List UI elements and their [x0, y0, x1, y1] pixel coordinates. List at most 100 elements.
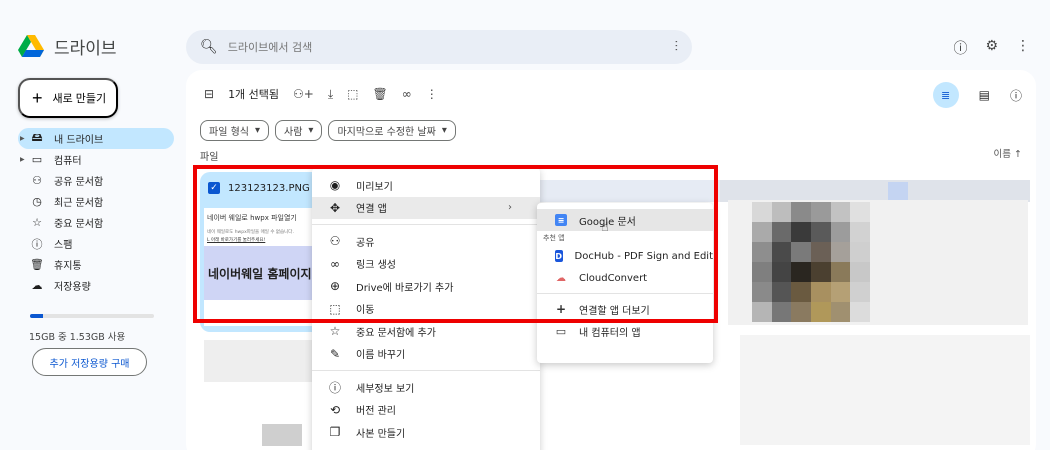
storage-bar-fill	[30, 314, 43, 318]
plus-icon: +	[555, 302, 567, 316]
menu-divider	[312, 224, 540, 225]
menu-divider	[312, 370, 540, 371]
spam-icon: ⓘ	[31, 237, 43, 251]
add-shortcut-icon: ⊕	[329, 279, 341, 294]
open-with-icon: ✥	[329, 200, 341, 215]
menu-item-versions[interactable]: ⟲ 버전 관리	[312, 399, 540, 422]
storage-bar	[30, 314, 154, 318]
menu-item-move[interactable]: ⬚ 이동	[312, 298, 540, 321]
new-button[interactable]: + 새로 만들기	[18, 78, 118, 118]
info-icon: ⓘ	[328, 380, 341, 395]
sidebar-item-recent[interactable]: ◷ 최근 문서함	[18, 191, 174, 212]
drive-logo[interactable]: 드라이브	[18, 34, 117, 59]
open-with-submenu: ≡ Google 문서 추천 앱 D DocHub - PDF Sign and…	[537, 203, 713, 363]
drive-logo-icon	[18, 35, 44, 57]
sidebar-item-computers[interactable]: ▶ ▭ 컴퓨터	[18, 149, 174, 170]
link-icon[interactable]: ∞	[402, 87, 412, 101]
more-icon[interactable]: ⋮	[1016, 38, 1030, 58]
dropdown-arrow-icon: ▾	[254, 125, 261, 136]
filter-chip-type[interactable]: 파일 형식 ▾	[200, 120, 270, 141]
sort-control[interactable]: 이름 ↑	[994, 146, 1022, 160]
file-name: 123123123.PNG	[228, 182, 310, 194]
cloudconvert-icon: ☁︎	[555, 272, 567, 284]
selection-toolbar: ⊟ 1개 선택됨 ⚇+ ⤓ ⬚ 🗑︎ ∞ ⋮	[204, 86, 438, 102]
cloud-icon: ☁︎	[31, 279, 43, 292]
menu-item-rename[interactable]: ✎ 이름 바꾸기	[312, 343, 540, 366]
menu-item-preview[interactable]: ◉ 미리보기	[312, 174, 540, 197]
file-thumbnail: 네이버 웨일로 hwpx 파일열기 네이 웨일로도 hwpx파일을 애일 수 없…	[204, 208, 326, 326]
chevron-right-icon: ›	[508, 202, 512, 214]
arrow-up-icon: ↑	[1014, 149, 1022, 160]
tune-icon[interactable]: ⫶	[675, 39, 679, 55]
rename-icon: ✎	[329, 346, 341, 361]
move-icon[interactable]: ⬚	[347, 87, 358, 101]
submenu-item-computer-apps[interactable]: ▭ 내 컴퓨터의 앱	[537, 320, 713, 342]
filter-icon[interactable]: ≣	[932, 82, 959, 108]
expand-arrow-icon[interactable]: ▶	[20, 135, 25, 142]
plus-icon: +	[32, 87, 43, 108]
eye-icon: ◉	[329, 178, 341, 193]
checkbox-checked-icon[interactable]: ✓	[208, 182, 220, 194]
sidebar-nav: ▶ 🖴︎ 내 드라이브 ▶ ▭ 컴퓨터 ⚇ 공유 문서함 ◷ 최근 문서함 ☆ …	[18, 128, 174, 296]
storage-text: 15GB 중 1.53GB 사용	[29, 332, 126, 343]
drive-icon: 🖴︎	[31, 131, 43, 144]
computer-icon: ▭	[31, 153, 43, 166]
search-bar[interactable]: 🔍︎ ⫶	[186, 30, 692, 64]
app-title: 드라이브	[54, 39, 117, 59]
download-icon[interactable]: ⤓	[328, 87, 333, 102]
filter-chip-modified[interactable]: 마지막으로 수정한 날짜 ▾	[328, 120, 456, 141]
selected-count: 1개 선택됨	[228, 88, 280, 101]
menu-item-add-shortcut[interactable]: ⊕ Drive에 바로가기 추가	[312, 275, 540, 298]
buy-storage-button[interactable]: 추가 저장용량 구매	[32, 348, 147, 376]
menu-item-create-link[interactable]: ∞ 링크 생성	[312, 253, 540, 276]
sidebar-item-shared[interactable]: ⚇ 공유 문서함	[18, 170, 174, 191]
trash-icon[interactable]: 🗑︎	[373, 87, 388, 101]
link-icon: ∞	[330, 256, 340, 271]
hand-cursor-icon: ☝︎	[601, 220, 609, 235]
more-icon[interactable]: ⋮	[426, 87, 438, 101]
filter-chips: 파일 형식 ▾ 사람 ▾ 마지막으로 수정한 날짜 ▾	[200, 120, 456, 141]
search-input[interactable]	[227, 40, 675, 54]
submenu-item-connect-more[interactable]: + 연결할 앱 더보기	[537, 298, 713, 320]
recent-icon: ◷	[32, 195, 42, 208]
google-docs-icon: ≡	[555, 214, 567, 226]
search-icon[interactable]: 🔍︎	[200, 39, 218, 55]
sidebar-item-starred[interactable]: ☆ 중요 문서함	[18, 212, 174, 233]
trash-icon: 🗑︎	[30, 258, 44, 271]
dropdown-arrow-icon: ▾	[441, 125, 447, 136]
menu-divider	[537, 293, 713, 294]
sidebar-item-trash[interactable]: 🗑︎ 휴지통	[18, 254, 174, 275]
star-icon: ☆	[32, 216, 42, 229]
sidebar-item-spam[interactable]: ⓘ 스팸	[18, 233, 174, 254]
info-icon[interactable]: ⓘ	[1010, 87, 1022, 104]
menu-item-open-with[interactable]: ✥ 연결 앱 ›	[312, 196, 540, 219]
file-card-selected[interactable]: ✓ 123123123.PNG 네이버 웨일로 hwpx 파일열기 네이 웨일로…	[200, 172, 330, 332]
menu-item-share[interactable]: ⚇ 공유	[312, 230, 540, 253]
menu-item-details[interactable]: ⓘ 세부정보 보기	[312, 376, 540, 399]
dochub-icon: D	[555, 250, 563, 262]
share-icon[interactable]: ⚇+	[293, 87, 314, 101]
expand-arrow-icon[interactable]: ▶	[20, 156, 25, 163]
submenu-item-dochub[interactable]: D DocHub - PDF Sign and Edit	[537, 245, 713, 267]
history-icon: ⟲	[329, 402, 341, 417]
menu-item-star[interactable]: ☆ 중요 문서함에 추가	[312, 320, 540, 343]
submenu-item-google-docs[interactable]: ≡ Google 문서	[537, 209, 713, 231]
context-menu: ◉ 미리보기 ✥ 연결 앱 › ⚇ 공유 ∞ 링크 생성 ⊕ Drive에 바로가기 추가 …	[312, 168, 540, 450]
list-view-icon[interactable]: ▤	[979, 88, 990, 102]
laptop-icon: ▭	[555, 324, 567, 338]
menu-item-copy[interactable]: ❐ 사본 만들기	[312, 421, 540, 444]
sidebar-item-storage[interactable]: ☁︎ 저장용량	[18, 275, 174, 296]
settings-icon[interactable]: ⚙	[985, 38, 998, 58]
deselect-icon[interactable]: ⊟	[204, 87, 214, 101]
star-icon: ☆	[329, 324, 341, 339]
filter-chip-people[interactable]: 사람 ▾	[275, 120, 323, 141]
dropdown-arrow-icon: ▾	[308, 125, 314, 136]
copy-icon: ❐	[329, 425, 341, 440]
shared-icon: ⚇	[32, 174, 42, 187]
person-add-icon: ⚇	[329, 234, 341, 249]
submenu-item-cloudconvert[interactable]: ☁︎ CloudConvert	[537, 267, 713, 289]
recommended-apps-header: 추천 앱	[543, 234, 565, 242]
storage-meter: 15GB 중 1.53GB 사용	[29, 314, 154, 343]
help-icon[interactable]: ⓘ	[953, 38, 967, 58]
sidebar-item-my-drive[interactable]: ▶ 🖴︎ 내 드라이브	[18, 128, 174, 149]
